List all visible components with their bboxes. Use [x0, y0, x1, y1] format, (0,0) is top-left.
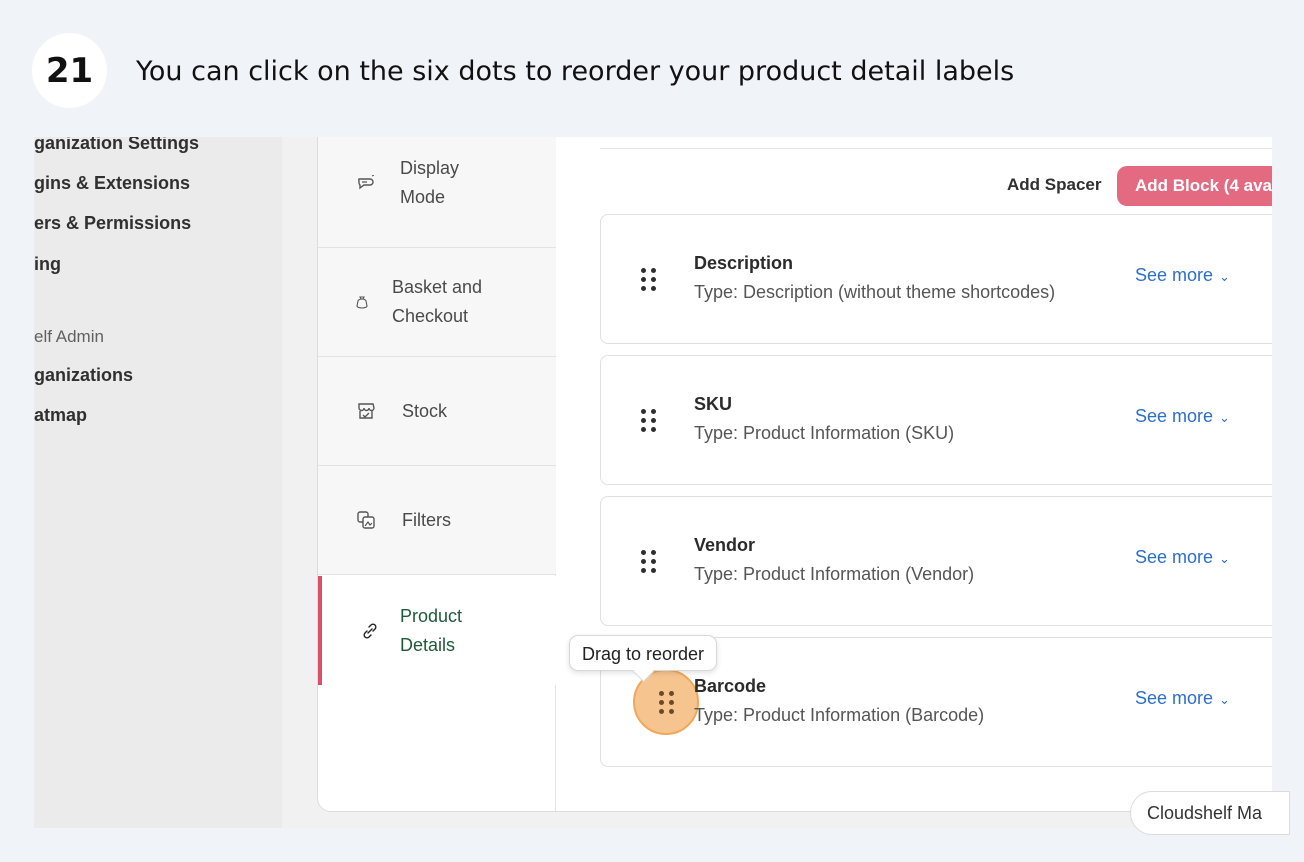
block-type: Type: Description (without theme shortco…: [694, 282, 1056, 302]
tab-filters[interactable]: Filters: [318, 466, 556, 575]
filter-icon: [356, 510, 376, 530]
see-more-label: See more: [1135, 547, 1214, 567]
left-sidebar: ganization Settings gins & Extensions er…: [34, 137, 282, 828]
drag-tooltip: Drag to reorder: [569, 635, 718, 671]
drag-handle-icon[interactable]: [641, 409, 659, 432]
block-type: Type: Product Information (SKU): [694, 423, 955, 443]
tab-label: Filters: [402, 509, 451, 530]
step-number-badge: 21: [32, 33, 107, 108]
sidebar-item-organizations[interactable]: ganizations: [34, 365, 133, 386]
sidebar-section-label: elf Admin: [34, 327, 104, 346]
chevron-down-icon: ⌄: [1219, 410, 1230, 425]
cloudshelf-button[interactable]: Cloudshelf Ma: [1130, 791, 1290, 835]
sidebar-item-organization-settings[interactable]: ganization Settings: [34, 137, 199, 154]
tab-display-mode[interactable]: Display Mode: [318, 137, 556, 248]
chevron-down-icon: ⌄: [1219, 551, 1230, 566]
see-more-link[interactable]: See more ⌄: [1135, 688, 1230, 709]
tab-label: Checkout: [392, 306, 469, 326]
sidebar-item-users-permissions[interactable]: ers & Permissions: [34, 213, 191, 234]
settings-tabs: Display Mode Basket and Checkout Stock F…: [318, 137, 556, 811]
chevron-down-icon: ⌄: [1219, 692, 1230, 707]
see-more-label: See more: [1135, 265, 1214, 285]
divider: [600, 148, 1272, 149]
see-more-link[interactable]: See more ⌄: [1135, 547, 1230, 568]
see-more-link[interactable]: See more ⌄: [1135, 406, 1230, 427]
add-spacer-button[interactable]: Add Spacer: [991, 166, 1117, 204]
tab-label: Mode: [400, 186, 446, 207]
store-icon: [356, 401, 376, 421]
bag-icon: [352, 292, 372, 312]
chevron-down-icon: ⌄: [1219, 269, 1230, 284]
tab-stock[interactable]: Stock: [318, 357, 556, 466]
see-more-link[interactable]: See more ⌄: [1135, 265, 1230, 286]
drag-handle-icon[interactable]: [641, 550, 659, 573]
add-block-button[interactable]: Add Block (4 ava: [1117, 166, 1272, 206]
app-screenshot: ganization Settings gins & Extensions er…: [34, 137, 1272, 828]
block-row-sku: SKU Type: Product Information (SKU) See …: [600, 355, 1272, 485]
tab-label: Details: [400, 634, 456, 655]
block-title: Description: [694, 253, 794, 273]
tab-label: Basket and: [392, 277, 483, 297]
step-instruction: You can click on the six dots to reorder…: [136, 56, 1015, 87]
block-type: Type: Product Information (Vendor): [694, 564, 975, 584]
display-mode-icon: [356, 173, 376, 193]
drag-handle-icon[interactable]: [641, 268, 659, 291]
tab-label: Display: [400, 157, 460, 178]
block-title: Barcode: [694, 676, 767, 696]
block-row-description: Description Type: Description (without t…: [600, 214, 1272, 344]
sidebar-item-billing[interactable]: ing: [34, 254, 61, 275]
product-details-panel: Add Spacer Add Block (4 ava Description …: [556, 137, 1272, 811]
see-more-label: See more: [1135, 406, 1214, 426]
settings-card: Display Mode Basket and Checkout Stock F…: [317, 137, 1272, 812]
see-more-label: See more: [1135, 688, 1214, 708]
tab-label: Product: [400, 605, 463, 626]
block-title: SKU: [694, 394, 733, 414]
tab-product-details[interactable]: Product Details: [318, 576, 556, 685]
block-row-vendor: Vendor Type: Product Information (Vendor…: [600, 496, 1272, 626]
sidebar-item-heatmap[interactable]: atmap: [34, 405, 87, 426]
block-title: Vendor: [694, 535, 756, 555]
sidebar-item-plugins-extensions[interactable]: gins & Extensions: [34, 173, 190, 194]
link-icon: [360, 621, 380, 641]
tab-basket-checkout[interactable]: Basket and Checkout: [318, 248, 556, 357]
block-type: Type: Product Information (Barcode): [694, 705, 985, 725]
tab-label: Stock: [402, 400, 448, 421]
